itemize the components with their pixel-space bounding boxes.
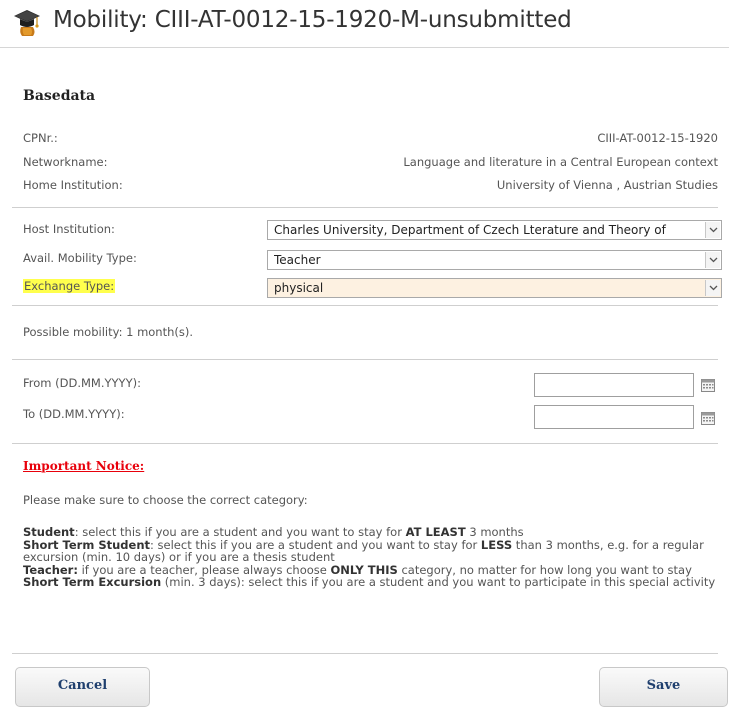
host-institution-label: Host Institution: <box>23 222 115 236</box>
mobility-type-selected: Teacher <box>274 253 321 267</box>
divider <box>12 443 718 444</box>
calendar-icon[interactable] <box>701 379 715 392</box>
from-date-label: From (DD.MM.YYYY): <box>23 376 141 390</box>
page-title: Mobility: CIII-AT-0012-15-1920-M-unsubmi… <box>53 7 572 33</box>
networkname-value: Language and literature in a Central Eur… <box>403 155 718 169</box>
chevron-down-icon[interactable] <box>705 280 720 296</box>
cpnr-label: CPNr.: <box>23 131 58 145</box>
notice-body: Student: select this if you are a studen… <box>23 526 723 589</box>
possible-mobility-text: Possible mobility: 1 month(s). <box>23 325 194 339</box>
important-notice-title: Important Notice: <box>23 459 145 473</box>
section-title-basedata: Basedata <box>23 88 96 104</box>
divider <box>12 207 718 208</box>
from-date-input[interactable] <box>534 373 694 397</box>
to-date-input[interactable] <box>534 405 694 429</box>
divider <box>12 359 718 360</box>
host-institution-select[interactable]: Charles University, Department of Czech … <box>267 220 722 240</box>
networkname-label: Networkname: <box>23 155 108 169</box>
cancel-button[interactable]: Cancel <box>15 667 150 707</box>
save-button[interactable]: Save <box>599 667 728 707</box>
host-institution-selected: Charles University, Department of Czech … <box>274 223 666 237</box>
graduation-cap-icon <box>14 10 40 36</box>
notice-item-short-term-student: Short Term Student: select this if you a… <box>23 537 704 565</box>
divider <box>12 305 718 306</box>
cpnr-value: CIII-AT-0012-15-1920 <box>597 131 718 145</box>
home-institution-value: University of Vienna , Austrian Studies <box>496 178 718 192</box>
calendar-icon[interactable] <box>701 412 715 425</box>
home-institution-label: Home Institution: <box>23 178 123 192</box>
chevron-down-icon[interactable] <box>705 252 720 268</box>
mobility-type-label: Avail. Mobility Type: <box>23 251 137 265</box>
exchange-type-selected: physical <box>274 281 324 295</box>
page-header: Mobility: CIII-AT-0012-15-1920-M-unsubmi… <box>0 0 729 48</box>
exchange-type-label: Exchange Type: <box>23 279 116 293</box>
mobility-type-select[interactable]: Teacher <box>267 250 722 270</box>
to-date-label: To (DD.MM.YYYY): <box>23 407 125 421</box>
divider <box>12 653 718 654</box>
notice-item-short-term-excursion: Short Term Excursion (min. 3 days): sele… <box>23 575 716 590</box>
notice-intro: Please make sure to choose the correct c… <box>23 493 308 507</box>
exchange-type-select[interactable]: physical <box>267 278 722 298</box>
chevron-down-icon[interactable] <box>705 222 720 238</box>
